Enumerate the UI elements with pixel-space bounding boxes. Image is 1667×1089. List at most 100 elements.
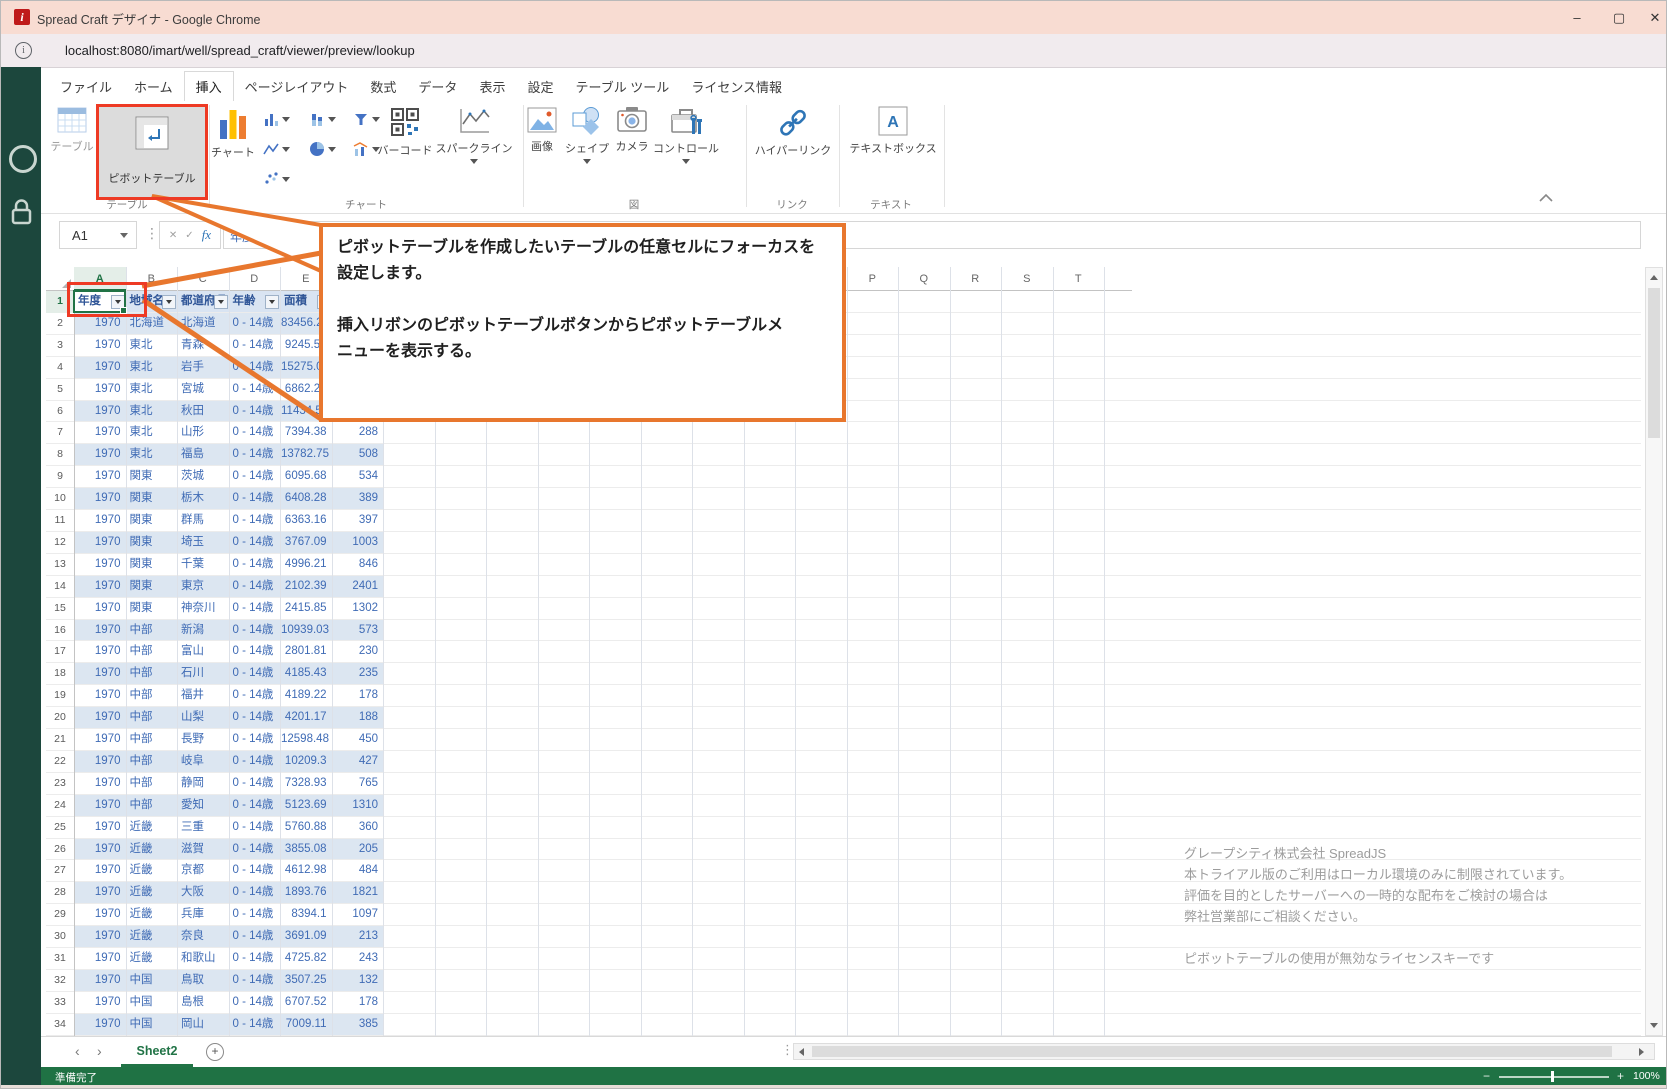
cell-C19[interactable]: 福井 — [178, 685, 229, 706]
cell-E25[interactable]: 5760.88 — [281, 817, 332, 838]
cell-F21[interactable]: 450 — [333, 729, 384, 750]
row-header-26[interactable]: 26 — [46, 839, 74, 861]
cell-B33[interactable]: 中国 — [127, 992, 178, 1013]
cell-A17[interactable]: 1970 — [75, 641, 126, 662]
cell-E13[interactable]: 4996.21 — [281, 554, 332, 575]
cell-E16[interactable]: 10939.03 — [281, 620, 332, 641]
cell-F23[interactable]: 765 — [333, 773, 384, 794]
row-header-1[interactable]: 1 — [46, 291, 74, 313]
cell-B23[interactable]: 中部 — [127, 773, 178, 794]
zoom-slider-track[interactable] — [1499, 1076, 1609, 1078]
add-sheet-button[interactable]: + — [206, 1043, 224, 1061]
cell-C26[interactable]: 滋賀 — [178, 839, 229, 860]
row-header-21[interactable]: 21 — [46, 729, 74, 751]
row-header-9[interactable]: 9 — [46, 466, 74, 488]
row-header-31[interactable]: 31 — [46, 948, 74, 970]
cell-D20[interactable]: 0 - 14歳 — [230, 707, 281, 728]
cell-E15[interactable]: 2415.85 — [281, 598, 332, 619]
cell-E22[interactable]: 10209.3 — [281, 751, 332, 772]
cell-C29[interactable]: 兵庫 — [178, 904, 229, 925]
cell-D9[interactable]: 0 - 14歳 — [230, 466, 281, 487]
cell-E9[interactable]: 6095.68 — [281, 466, 332, 487]
zoom-in-button[interactable]: + — [1617, 1069, 1624, 1083]
cell-F8[interactable]: 508 — [333, 444, 384, 465]
cell-A6[interactable]: 1970 — [75, 401, 126, 422]
cell-A7[interactable]: 1970 — [75, 422, 126, 443]
cell-E19[interactable]: 4189.22 — [281, 685, 332, 706]
control-button[interactable]: コントロール — [653, 106, 719, 164]
textbox-button[interactable]: A テキストボックス — [844, 106, 942, 156]
tab-設定[interactable]: 設定 — [516, 71, 564, 101]
cell-C13[interactable]: 千葉 — [178, 554, 229, 575]
cell-B27[interactable]: 近畿 — [127, 860, 178, 881]
cell-F18[interactable]: 235 — [333, 663, 384, 684]
cell-E20[interactable]: 4201.17 — [281, 707, 332, 728]
cell-B34[interactable]: 中国 — [127, 1014, 178, 1035]
column-header-B[interactable]: B — [126, 267, 178, 291]
cell-D25[interactable]: 0 - 14歳 — [230, 817, 281, 838]
cell-C18[interactable]: 石川 — [178, 663, 229, 684]
cell-A31[interactable]: 1970 — [75, 948, 126, 969]
row-header-22[interactable]: 22 — [46, 751, 74, 773]
cell-E28[interactable]: 1893.76 — [281, 882, 332, 903]
cancel-icon[interactable]: ✕ — [169, 230, 177, 241]
row-header-33[interactable]: 33 — [46, 992, 74, 1014]
sheet-tab-sheet2[interactable]: Sheet2 — [121, 1037, 193, 1067]
cell-D15[interactable]: 0 - 14歳 — [230, 598, 281, 619]
name-box[interactable]: A1 — [59, 221, 137, 249]
previous-sheet-icon[interactable]: ‹ — [75, 1043, 80, 1059]
cell-C9[interactable]: 茨城 — [178, 466, 229, 487]
cell-D12[interactable]: 0 - 14歳 — [230, 532, 281, 553]
cell-F29[interactable]: 1097 — [333, 904, 384, 925]
cell-A3[interactable]: 1970 — [75, 335, 126, 356]
cell-A29[interactable]: 1970 — [75, 904, 126, 925]
cell-D34[interactable]: 0 - 14歳 — [230, 1014, 281, 1035]
cell-E7[interactable]: 7394.38 — [281, 422, 332, 443]
cell-B25[interactable]: 近畿 — [127, 817, 178, 838]
cell-F25[interactable]: 360 — [333, 817, 384, 838]
cell-A21[interactable]: 1970 — [75, 729, 126, 750]
cell-D31[interactable]: 0 - 14歳 — [230, 948, 281, 969]
cell-E8[interactable]: 13782.75 — [281, 444, 332, 465]
cell-E29[interactable]: 8394.1 — [281, 904, 332, 925]
cell-B32[interactable]: 中国 — [127, 970, 178, 991]
cell-E10[interactable]: 6408.28 — [281, 488, 332, 509]
scroll-up-icon[interactable] — [1650, 275, 1658, 280]
cell-C15[interactable]: 神奈川 — [178, 598, 229, 619]
cell-F17[interactable]: 230 — [333, 641, 384, 662]
function-icon[interactable]: fx — [202, 227, 211, 243]
cell-E31[interactable]: 4725.82 — [281, 948, 332, 969]
cell-B29[interactable]: 近畿 — [127, 904, 178, 925]
cell-D29[interactable]: 0 - 14歳 — [230, 904, 281, 925]
cell-D28[interactable]: 0 - 14歳 — [230, 882, 281, 903]
cell-D4[interactable]: 0 - 14歳 — [230, 357, 281, 378]
cell-C6[interactable]: 秋田 — [178, 401, 229, 422]
cell-A24[interactable]: 1970 — [75, 795, 126, 816]
cell-C5[interactable]: 宮城 — [178, 379, 229, 400]
cell-A4[interactable]: 1970 — [75, 357, 126, 378]
cell-C28[interactable]: 大阪 — [178, 882, 229, 903]
cell-F33[interactable]: 178 — [333, 992, 384, 1013]
cell-C34[interactable]: 岡山 — [178, 1014, 229, 1035]
cell-F24[interactable]: 1310 — [333, 795, 384, 816]
column-header-Q[interactable]: Q — [898, 267, 950, 291]
cell-B9[interactable]: 関東 — [127, 466, 178, 487]
cell-B13[interactable]: 関東 — [127, 554, 178, 575]
cell-C33[interactable]: 島根 — [178, 992, 229, 1013]
row-header-19[interactable]: 19 — [46, 685, 74, 707]
scroll-left-icon[interactable] — [799, 1048, 804, 1056]
collapse-ribbon-icon[interactable] — [1539, 193, 1553, 203]
column-header-D[interactable]: D — [229, 267, 281, 291]
cell-C7[interactable]: 山形 — [178, 422, 229, 443]
cell-E21[interactable]: 12598.48 — [281, 729, 332, 750]
cell-B22[interactable]: 中部 — [127, 751, 178, 772]
cell-C8[interactable]: 福島 — [178, 444, 229, 465]
cell-A28[interactable]: 1970 — [75, 882, 126, 903]
cell-B24[interactable]: 中部 — [127, 795, 178, 816]
shape-button[interactable]: シェイプ — [563, 106, 611, 164]
cell-C4[interactable]: 岩手 — [178, 357, 229, 378]
row-header-3[interactable]: 3 — [46, 335, 74, 357]
cell-A33[interactable]: 1970 — [75, 992, 126, 1013]
column-header-R[interactable]: R — [950, 267, 1002, 291]
cell-A12[interactable]: 1970 — [75, 532, 126, 553]
